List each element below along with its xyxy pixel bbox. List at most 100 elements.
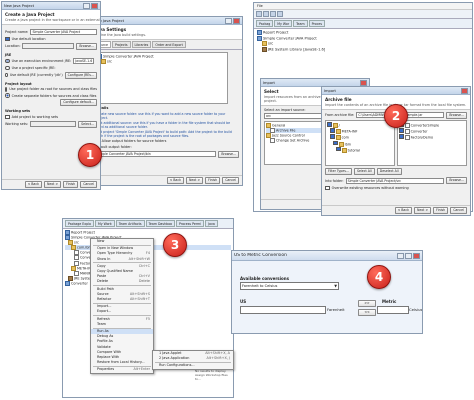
- toolbar-icon[interactable]: [270, 11, 276, 17]
- jre-execution-env-radio[interactable]: [5, 58, 10, 64]
- menu-item-properties[interactable]: Properties Alt+Enter: [91, 367, 153, 372]
- minimize-icon[interactable]: [397, 252, 404, 259]
- jre-default-radio[interactable]: [5, 72, 8, 78]
- add-to-working-set-checkbox[interactable]: [5, 114, 10, 120]
- conversion-select-value: Farenheit to Celsius: [242, 284, 278, 288]
- tab-projects[interactable]: Projects: [111, 41, 131, 48]
- menu-item-show-in[interactable]: Show In Alt+Shift+W: [91, 257, 153, 262]
- from-archive-label: From archive file:: [325, 113, 355, 117]
- finish-button[interactable]: Finish: [433, 207, 449, 214]
- finish-button[interactable]: Finish: [205, 177, 221, 184]
- cancel-button[interactable]: Cancel: [450, 207, 467, 214]
- java-settings-header: Java Settings Define the Java build sett…: [92, 25, 242, 40]
- project-name-input[interactable]: Simple Converter JAVA Project: [30, 29, 97, 35]
- menu-file[interactable]: File: [257, 4, 263, 8]
- into-folder-browse-button[interactable]: Browse...: [446, 177, 467, 184]
- deselect-all-button[interactable]: Deselect All: [376, 168, 402, 175]
- list-item[interactable]: FactoryDemo: [399, 134, 465, 141]
- tree-checkbox[interactable]: [333, 140, 338, 146]
- menu-item-new[interactable]: New: [91, 239, 153, 244]
- tab-java[interactable]: Java: [205, 220, 218, 227]
- convert-to-metric-button[interactable]: >>: [358, 300, 376, 307]
- metric-value-input[interactable]: [377, 306, 409, 314]
- us-value-input[interactable]: [240, 306, 326, 314]
- java-settings-title: New Java Project: [94, 18, 125, 23]
- default-output-browse-button[interactable]: Browse...: [218, 150, 239, 158]
- toolbar-icon[interactable]: [256, 11, 262, 17]
- close-icon[interactable]: [233, 17, 240, 24]
- use-default-location-checkbox[interactable]: [5, 36, 10, 42]
- location-browse-button[interactable]: Browse...: [76, 42, 97, 50]
- metric-unit-label: Celsius: [409, 307, 423, 312]
- tree-item[interactable]: JRE System Library [JavaSE-1.6]: [257, 46, 469, 53]
- working-sets-input[interactable]: [30, 121, 77, 128]
- jre-group-label: JRE: [5, 52, 12, 57]
- java-settings-footer: < Back Next > Finish Cancel: [92, 175, 242, 185]
- jre-project-specific-radio[interactable]: [5, 65, 10, 71]
- select-all-button[interactable]: Select All: [353, 168, 375, 175]
- archive-browse-button[interactable]: Browse...: [446, 111, 467, 119]
- next-button[interactable]: Next >: [186, 177, 204, 184]
- use-default-location-label: Use default location: [11, 36, 46, 41]
- tree-checkbox[interactable]: [327, 122, 332, 127]
- default-output-input[interactable]: Simple Converter JAVA Project/bin: [95, 151, 217, 158]
- filter-types-button[interactable]: Filter Types...: [325, 168, 352, 175]
- tab-package-explorer[interactable]: Package Explo: [65, 220, 94, 227]
- back-button[interactable]: < Back: [24, 181, 42, 188]
- tab-team-dashboard[interactable]: Team Dashboa: [145, 220, 175, 227]
- finish-button[interactable]: Finish: [63, 181, 79, 188]
- file-checkbox[interactable]: [399, 134, 404, 139]
- cancel-button[interactable]: Cancel: [222, 177, 239, 184]
- tab-process-permissions[interactable]: Process Permi: [175, 220, 205, 227]
- back-button[interactable]: < Back: [394, 207, 412, 214]
- maximize-icon[interactable]: [405, 252, 412, 259]
- next-button[interactable]: Next >: [44, 181, 62, 188]
- submenu-item-java-application[interactable]: 2 Java Application Alt+Shift+X, J: [153, 356, 233, 361]
- back-button[interactable]: < Back: [166, 177, 184, 184]
- tab-process[interactable]: Proces: [308, 20, 326, 27]
- tree-checkbox[interactable]: [336, 146, 341, 152]
- layout-root-radio[interactable]: [5, 87, 8, 92]
- toolbar-icon[interactable]: [277, 11, 283, 17]
- tree-item[interactable]: src: [97, 59, 226, 65]
- working-sets-select-button[interactable]: Select...: [78, 120, 97, 128]
- conversion-select[interactable]: Farenheit to Celsius ▼: [240, 282, 339, 290]
- close-icon[interactable]: [91, 2, 98, 9]
- submenu-item-run-configurations[interactable]: Run Configurations...: [153, 363, 233, 368]
- tab-order-export[interactable]: Order and Export: [152, 41, 186, 48]
- tree-item[interactable]: tutorial: [327, 146, 393, 153]
- menu-item-refactor[interactable]: Refactor Alt+Shift+T: [91, 297, 153, 302]
- menu-item-restore-history[interactable]: Restore from Local History...: [91, 360, 153, 365]
- location-input[interactable]: [22, 43, 75, 50]
- menu-item-export[interactable]: Export...: [91, 309, 153, 314]
- jre-execution-env-select[interactable]: JavaSE-1.6: [73, 58, 95, 65]
- into-folder-input[interactable]: Simple Converter JAVA Project/src: [345, 177, 445, 184]
- configure-default-button[interactable]: Configure default...: [60, 99, 97, 107]
- close-icon[interactable]: [413, 252, 420, 259]
- minimize-icon[interactable]: [225, 17, 232, 24]
- tab-my-work[interactable]: My Wor: [274, 20, 293, 27]
- toolbar-icon[interactable]: [263, 11, 269, 17]
- configure-jres-button[interactable]: Configure JREs...: [64, 71, 97, 79]
- convert-to-us-button[interactable]: <<: [358, 309, 376, 316]
- tree-checkbox[interactable]: [330, 128, 335, 133]
- menu-item-delete[interactable]: Delete Delete: [91, 279, 153, 284]
- tab-team-artifacts[interactable]: Team Artifacts: [115, 220, 145, 227]
- tree-checkbox[interactable]: [330, 134, 335, 139]
- close-icon[interactable]: [360, 79, 367, 86]
- tab-team[interactable]: Team: [293, 20, 308, 27]
- menu-item-team[interactable]: Team: [91, 322, 153, 327]
- add-to-working-set-label: Add project to working sets: [11, 115, 59, 120]
- close-icon[interactable]: [461, 87, 468, 94]
- cancel-button[interactable]: Cancel: [80, 181, 97, 188]
- overwrite-checkbox[interactable]: [325, 185, 330, 191]
- layout-separate-radio[interactable]: [5, 93, 10, 98]
- tab-libraries[interactable]: Libraries: [131, 41, 152, 48]
- minimize-icon[interactable]: [83, 2, 90, 9]
- file-checkbox[interactable]: [399, 128, 404, 133]
- context-menu: New Open in New Window Open Type Hierarc…: [90, 238, 154, 374]
- tab-package-explorer[interactable]: Packag: [256, 20, 274, 27]
- tab-my-work[interactable]: My Work: [94, 220, 115, 227]
- next-button[interactable]: Next >: [414, 207, 432, 214]
- library-icon: [262, 46, 267, 52]
